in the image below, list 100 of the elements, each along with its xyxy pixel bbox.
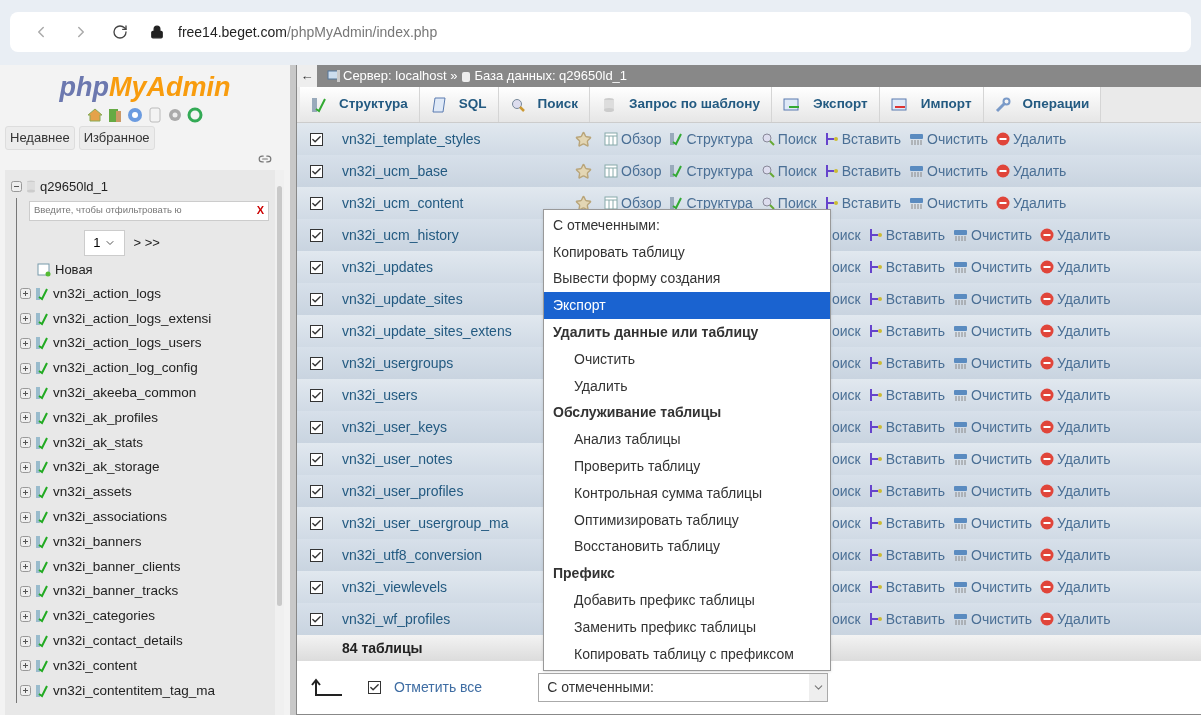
action-link[interactable]: Удалить <box>1057 384 1111 406</box>
action-link[interactable]: Удалить <box>1057 448 1111 470</box>
action-link[interactable]: Очистить <box>927 192 988 214</box>
plus-square-icon[interactable] <box>20 412 31 424</box>
action-link[interactable]: Вставить <box>841 192 901 214</box>
action-link[interactable]: Удалить <box>1057 352 1111 374</box>
table-name-link[interactable]: vn32i_utf8_conversion <box>342 544 542 566</box>
scrollbar[interactable] <box>275 169 284 715</box>
action-link[interactable]: оиск <box>832 448 861 470</box>
table-link[interactable]: vn32i_contentitem_tag_ma <box>53 680 216 701</box>
action-link[interactable]: оиск <box>832 544 861 566</box>
action-link[interactable]: Очистить <box>971 512 1033 534</box>
table-name-link[interactable]: vn32i_ucm_content <box>342 192 542 214</box>
table-name-link[interactable]: vn32i_users <box>342 384 542 406</box>
action-link[interactable]: Вставить <box>885 256 946 278</box>
menu-option[interactable]: Копировать таблицу <box>544 238 830 266</box>
table-name-link[interactable]: vn32i_usergroups <box>342 352 542 374</box>
action-link[interactable]: Очистить <box>971 416 1033 438</box>
table-name-link[interactable]: vn32i_viewlevels <box>342 576 542 598</box>
action-link[interactable]: Удалить <box>1057 576 1111 598</box>
action-link[interactable]: оиск <box>832 384 861 406</box>
page-select[interactable]: 1 <box>84 229 126 256</box>
table-name-link[interactable]: vn32i_template_styles <box>342 128 542 150</box>
action-link[interactable]: Удалить <box>1012 192 1067 214</box>
plus-square-icon[interactable] <box>20 338 31 349</box>
menu-option[interactable]: Проверить таблицу <box>544 453 830 480</box>
action-link[interactable]: Удалить <box>1057 256 1111 278</box>
action-link[interactable]: Вставить <box>885 480 946 502</box>
database-link[interactable]: База данных: q29650ld_1 <box>474 66 628 86</box>
action-link[interactable]: Очистить <box>971 384 1033 406</box>
table-link[interactable]: vn32i_action_log_config <box>53 358 198 379</box>
action-link[interactable]: Удалить <box>1057 544 1111 566</box>
action-link[interactable]: Очистить <box>971 544 1033 566</box>
table-link[interactable]: vn32i_associations <box>53 506 168 528</box>
table-link[interactable]: vn32i_contact_details <box>53 630 183 652</box>
menu-option[interactable]: Восстановить таблицу <box>544 533 830 561</box>
action-link[interactable]: Вставить <box>885 448 946 470</box>
action-link[interactable]: Удалить <box>1012 128 1067 150</box>
action-link[interactable]: Очистить <box>971 448 1033 470</box>
help-icon[interactable] <box>127 107 143 123</box>
action-link[interactable]: Поиск <box>777 160 817 182</box>
checkbox[interactable] <box>368 680 381 694</box>
action-link[interactable]: Вставить <box>841 160 901 182</box>
action-link[interactable]: Структура <box>686 128 753 150</box>
table-name-link[interactable]: vn32i_updates <box>342 256 542 278</box>
checkbox[interactable] <box>310 324 323 338</box>
menu-tab[interactable]: Экспорт <box>771 87 880 122</box>
menu-option[interactable]: Добавить префикс таблицы <box>544 587 830 614</box>
action-link[interactable]: Очистить <box>971 320 1033 342</box>
action-link[interactable]: оиск <box>832 256 861 278</box>
table-link[interactable]: vn32i_assets <box>53 482 132 503</box>
menu-option[interactable]: Вывести форму создания <box>544 265 830 293</box>
action-link[interactable]: Обзор <box>621 160 662 182</box>
table-name-link[interactable]: vn32i_ucm_history <box>342 224 542 246</box>
action-link[interactable]: Вставить <box>885 576 946 598</box>
favorite-star-icon[interactable] <box>575 194 592 212</box>
action-link[interactable]: Удалить <box>1057 320 1111 342</box>
table-link[interactable]: vn32i_action_logs_users <box>53 333 202 354</box>
action-link[interactable]: Удалить <box>1057 416 1111 438</box>
table-link[interactable]: vn32i_ak_storage <box>53 457 160 478</box>
checkbox[interactable] <box>310 452 323 466</box>
plus-square-icon[interactable] <box>20 362 31 374</box>
table-link[interactable]: vn32i_content <box>53 655 138 676</box>
action-link[interactable]: Вставить <box>885 512 946 534</box>
checkbox[interactable] <box>310 516 323 530</box>
plus-square-icon[interactable] <box>20 313 31 325</box>
table-name-link[interactable]: vn32i_user_notes <box>342 448 542 470</box>
action-link[interactable]: Вставить <box>841 128 901 150</box>
action-link[interactable]: оиск <box>832 512 861 534</box>
minus-square-icon[interactable] <box>11 181 22 192</box>
plus-square-icon[interactable] <box>20 461 31 473</box>
table-name-link[interactable]: vn32i_user_profiles <box>342 480 542 502</box>
plus-square-icon[interactable] <box>20 635 31 647</box>
plus-square-icon[interactable] <box>20 511 31 523</box>
action-link[interactable]: оиск <box>832 576 861 598</box>
action-link[interactable]: Удалить <box>1012 160 1067 182</box>
action-link[interactable]: Очистить <box>971 224 1033 246</box>
menu-option[interactable]: Очистить <box>544 346 830 373</box>
menu-tab[interactable]: Запрос по шаблону <box>590 87 772 122</box>
action-link[interactable]: оиск <box>832 320 861 342</box>
menu-tab[interactable]: Импорт <box>879 87 984 122</box>
action-link[interactable]: Вставить <box>885 352 946 374</box>
checkbox[interactable] <box>310 132 323 146</box>
menu-option[interactable]: Заменить префикс таблицы <box>544 613 830 641</box>
table-link[interactable]: vn32i_ak_stats <box>53 432 144 453</box>
table-link[interactable]: vn32i_akeeba_common <box>53 382 197 404</box>
action-link[interactable]: Очистить <box>971 256 1033 278</box>
action-link[interactable]: Очистить <box>971 608 1033 630</box>
check-all-link[interactable]: Отметить все <box>394 677 483 698</box>
checkbox[interactable] <box>310 164 323 178</box>
table-link[interactable]: vn32i_action_logs_extensi <box>53 308 212 329</box>
table-name-link[interactable]: vn32i_user_usergroup_ma <box>342 512 542 534</box>
checkbox[interactable] <box>310 580 323 594</box>
menu-option[interactable]: Оптимизировать таблицу <box>544 506 830 534</box>
navigation-tab[interactable]: Избранное <box>78 126 155 150</box>
action-link[interactable]: Вставить <box>885 224 946 246</box>
table-link[interactable]: vn32i_categories <box>53 606 156 627</box>
plus-square-icon[interactable] <box>20 536 31 548</box>
checkbox[interactable] <box>310 292 323 306</box>
plus-square-icon[interactable] <box>20 685 31 697</box>
